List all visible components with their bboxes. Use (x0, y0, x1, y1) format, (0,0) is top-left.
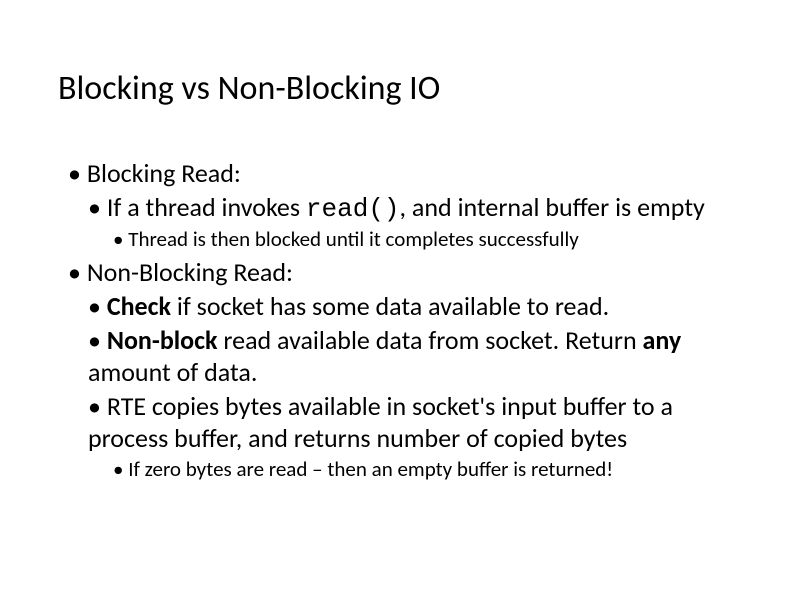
code-read: read() (306, 194, 400, 224)
text-check-bold: Check (107, 290, 171, 322)
text-check-rest: if socket has some data available to rea… (171, 290, 609, 322)
text-nonblock-mid: read available data from socket. Return (218, 324, 643, 356)
slide-title: Blocking vs Non-Blocking IO (58, 68, 736, 109)
text-if-thread-pre: If a thread invokes (107, 191, 306, 223)
bullet-rte: RTE copies bytes available in socket's i… (88, 390, 736, 454)
text-nonblock-bold2: any (643, 324, 682, 356)
bullet-nonblock: Non-block read available data from socke… (88, 324, 736, 388)
bullet-if-thread: If a thread invokes read(), and internal… (88, 191, 736, 224)
text-nonblock-bold1: Non-block (107, 324, 218, 356)
slide: Blocking vs Non-Blocking IO Blocking Rea… (0, 0, 794, 595)
bullet-blocking-read: Blocking Read: (68, 157, 736, 189)
text-if-thread-post: , and internal buffer is empty (400, 191, 705, 223)
bullet-nonblocking-read: Non-Blocking Read: (68, 256, 736, 288)
bullet-check: Check if socket has some data available … (88, 290, 736, 322)
text-nonblock-rest: amount of data. (88, 356, 257, 388)
bullet-thread-blocked: Thread is then blocked until it complete… (113, 226, 736, 252)
bullet-zero-bytes: If zero bytes are read – then an empty b… (113, 456, 736, 482)
